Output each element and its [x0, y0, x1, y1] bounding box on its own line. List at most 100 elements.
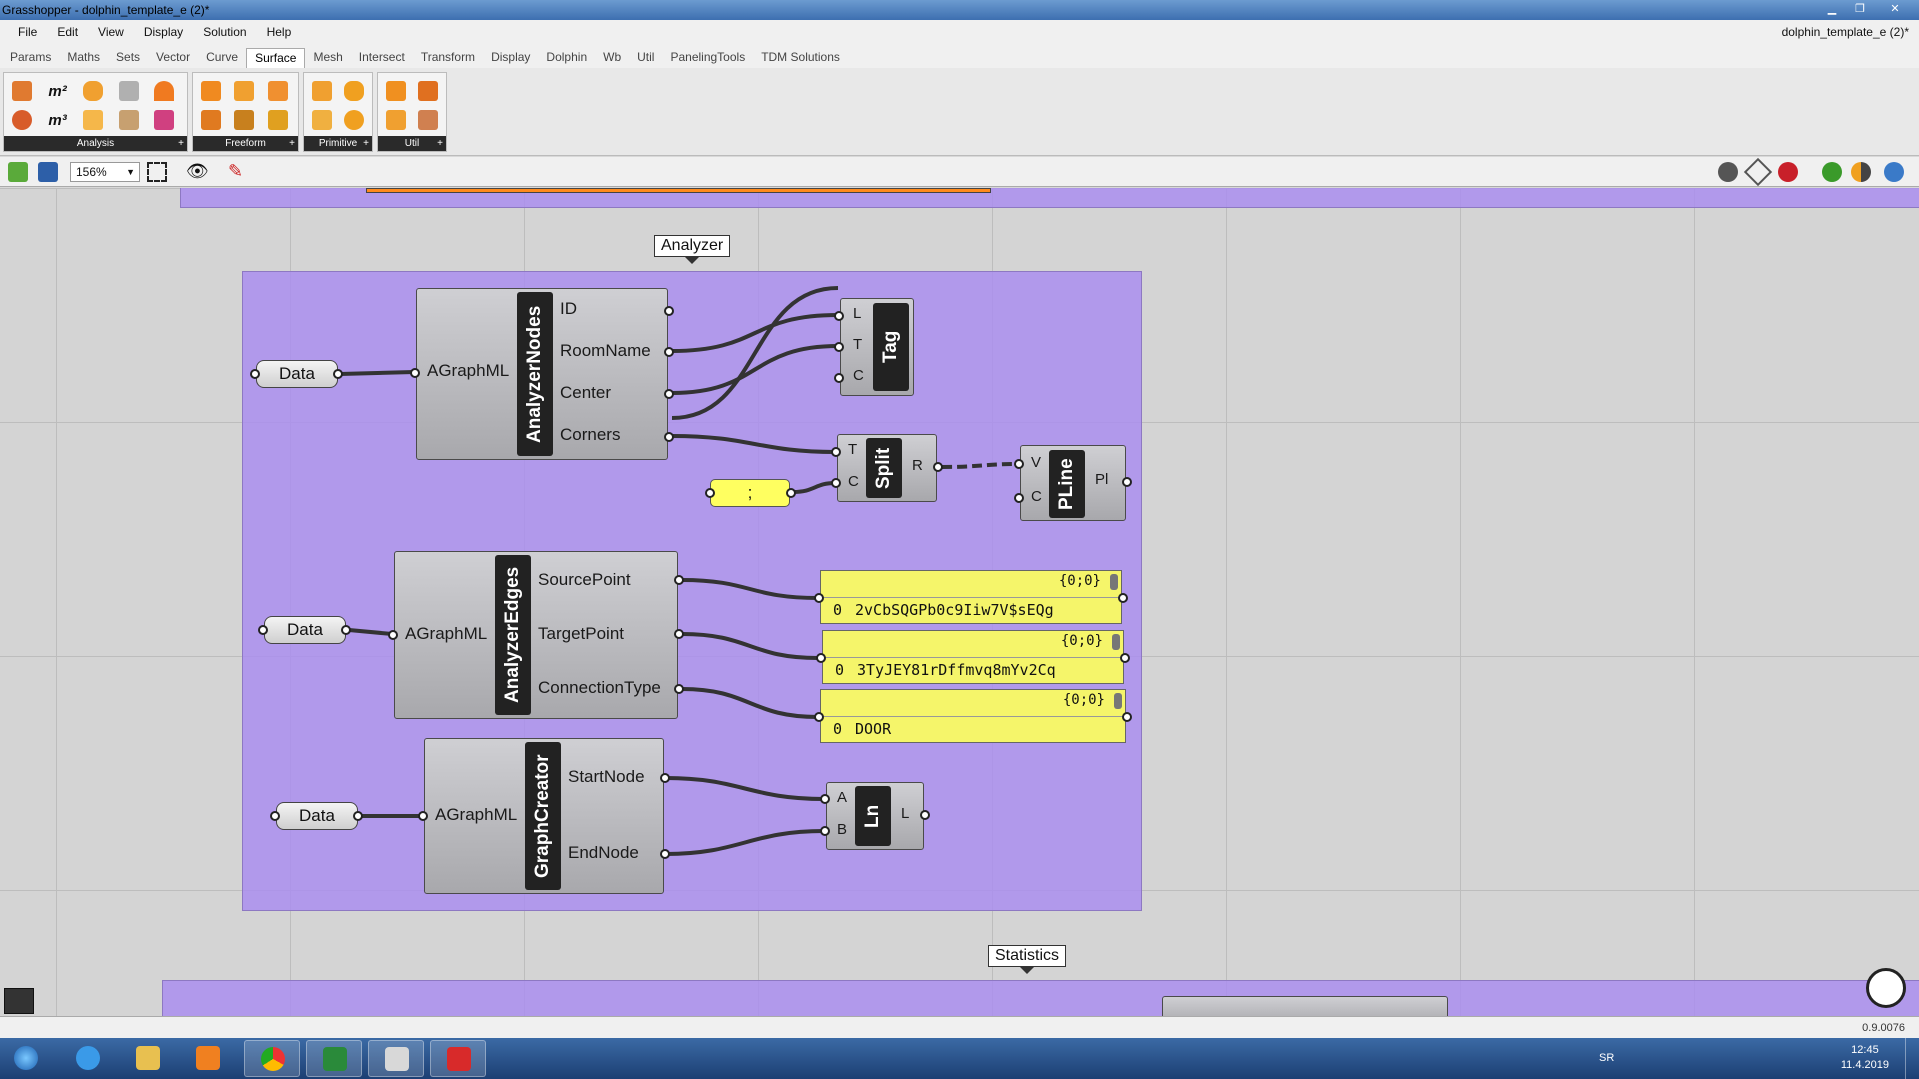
tab-tdm-solutions[interactable]: TDM Solutions: [753, 48, 848, 68]
tab-vector[interactable]: Vector: [148, 48, 198, 68]
tag-component[interactable]: L T C Tag: [840, 298, 914, 396]
menu-view[interactable]: View: [88, 25, 134, 39]
show-desktop-button[interactable]: [1905, 1038, 1919, 1079]
volume-icon[interactable]: [7, 106, 37, 134]
split-component[interactable]: T C Split R: [837, 434, 937, 502]
clock[interactable]: 12:45 11.4.2019: [1841, 1043, 1889, 1073]
sphere-icon[interactable]: [339, 106, 369, 134]
start-button[interactable]: [2, 1040, 52, 1077]
output-connectiontype-port[interactable]: [674, 684, 684, 694]
taskbar-ie[interactable]: [60, 1040, 116, 1077]
split-input-c-port[interactable]: [831, 478, 841, 488]
menu-help[interactable]: Help: [257, 25, 302, 39]
pline-input-c-port[interactable]: [1014, 493, 1024, 503]
output-sourcepoint-port[interactable]: [674, 575, 684, 585]
line-input-b-port[interactable]: [820, 826, 830, 836]
navigation-dial-icon[interactable]: [1866, 968, 1906, 1008]
data-param-graph-output-port[interactable]: [353, 811, 363, 821]
taskbar-explorer[interactable]: [120, 1040, 176, 1077]
tab-params[interactable]: Params: [2, 48, 59, 68]
output-corners-port[interactable]: [664, 432, 674, 442]
graph-creator-input-port[interactable]: [418, 811, 428, 821]
panel-sourcepoint-output-port[interactable]: [1118, 593, 1128, 603]
analyzer-nodes-component[interactable]: AGraphML AnalyzerNodes ID RoomName Cente…: [416, 288, 668, 460]
tab-util[interactable]: Util: [629, 48, 662, 68]
canvas-widget-icon[interactable]: [4, 988, 34, 1014]
tab-dolphin[interactable]: Dolphin: [538, 48, 595, 68]
tab-maths[interactable]: Maths: [59, 48, 108, 68]
loft-icon[interactable]: [196, 77, 226, 105]
grasshopper-canvas[interactable]: Analyzer Statistics Data AGraphML Analyz…: [0, 188, 1919, 1016]
split-output-r-port[interactable]: [933, 462, 943, 472]
save-icon[interactable]: [38, 162, 58, 182]
menu-solution[interactable]: Solution: [193, 25, 256, 39]
wireframe-icon[interactable]: [1743, 157, 1773, 187]
data-param-graph-input-port[interactable]: [270, 811, 280, 821]
volume-m3-icon[interactable]: m³: [43, 106, 73, 134]
restore-button[interactable]: ❐: [1847, 1, 1873, 17]
close-button[interactable]: ✕: [1875, 1, 1915, 17]
zoom-extents-icon[interactable]: [147, 162, 167, 182]
analyzer-nodes-input-port[interactable]: [410, 368, 420, 378]
cylinder-icon[interactable]: [339, 77, 369, 105]
pline-input-v-port[interactable]: [1014, 459, 1024, 469]
join-icon[interactable]: [413, 77, 443, 105]
divide-icon[interactable]: [381, 77, 411, 105]
pline-component[interactable]: V C PLine Pl: [1020, 445, 1126, 521]
surface-icon[interactable]: [149, 106, 179, 134]
tag-input-c-port[interactable]: [834, 373, 844, 383]
area-icon[interactable]: m²: [43, 77, 73, 105]
sketch-pen-icon[interactable]: ✎: [228, 162, 248, 182]
data-param-edges[interactable]: Data: [264, 616, 346, 644]
box-icon[interactable]: [7, 77, 37, 105]
data-param-nodes-input-port[interactable]: [250, 369, 260, 379]
line-component[interactable]: A B Ln L: [826, 782, 924, 850]
taskbar-excel[interactable]: [306, 1040, 362, 1077]
isotrim-icon[interactable]: [381, 106, 411, 134]
document-preview-icon[interactable]: [1851, 162, 1871, 182]
data-param-graph[interactable]: Data: [276, 802, 358, 830]
menu-edit[interactable]: Edit: [47, 25, 88, 39]
panel-scrollbar[interactable]: [1114, 693, 1122, 709]
shaded-icon[interactable]: [1778, 162, 1798, 182]
split-input-t-port[interactable]: [831, 447, 841, 457]
menu-display[interactable]: Display: [134, 25, 193, 39]
panel-sourcepoint-input-port[interactable]: [814, 593, 824, 603]
taskbar-acrobat[interactable]: [430, 1040, 486, 1077]
panel-connectiontype-input-port[interactable]: [814, 712, 824, 722]
panel-targetpoint-output-port[interactable]: [1120, 653, 1130, 663]
line-input-a-port[interactable]: [820, 794, 830, 804]
graph-creator-component[interactable]: AGraphML GraphCreator StartNode EndNode: [424, 738, 664, 894]
analyzer-edges-input-port[interactable]: [388, 630, 398, 640]
output-roomname-port[interactable]: [664, 347, 674, 357]
data-param-nodes-output-port[interactable]: [333, 369, 343, 379]
tab-intersect[interactable]: Intersect: [351, 48, 413, 68]
dimensions-icon[interactable]: [149, 77, 179, 105]
brep-icon[interactable]: [114, 106, 144, 134]
analyzer-edges-component[interactable]: AGraphML AnalyzerEdges SourcePoint Targe…: [394, 551, 678, 719]
tab-sets[interactable]: Sets: [108, 48, 148, 68]
panel-targetpoint[interactable]: {0;0} 0 3TyJEY81rDffmvq8mYv2Cq: [822, 630, 1124, 684]
menu-file[interactable]: File: [8, 25, 47, 39]
tag-input-t-port[interactable]: [834, 342, 844, 352]
mesh-quality-icon[interactable]: [1884, 162, 1904, 182]
pline-output-port[interactable]: [1122, 477, 1132, 487]
tab-display[interactable]: Display: [483, 48, 538, 68]
output-id-port[interactable]: [664, 306, 674, 316]
tab-curve[interactable]: Curve: [198, 48, 246, 68]
extrude-icon[interactable]: [263, 77, 293, 105]
panel-sourcepoint[interactable]: {0;0} 0 2vCbSQGPb0c9Iiw7V$sEQg: [820, 570, 1122, 624]
panel-connectiontype[interactable]: {0;0} 0 DOOR: [820, 689, 1126, 743]
plane-icon[interactable]: [307, 106, 337, 134]
patch-icon[interactable]: [229, 106, 259, 134]
panel-targetpoint-input-port[interactable]: [816, 653, 826, 663]
network-icon[interactable]: [196, 106, 226, 134]
zoom-dropdown[interactable]: 156% ▼: [70, 162, 140, 182]
tab-transform[interactable]: Transform: [413, 48, 483, 68]
tab-mesh[interactable]: Mesh: [305, 48, 350, 68]
output-startnode-port[interactable]: [660, 773, 670, 783]
language-indicator[interactable]: SR: [1599, 1052, 1614, 1064]
selected-only-icon[interactable]: [1822, 162, 1842, 182]
tab-panelingtools[interactable]: PanelingTools: [662, 48, 753, 68]
panel-scrollbar[interactable]: [1110, 574, 1118, 590]
